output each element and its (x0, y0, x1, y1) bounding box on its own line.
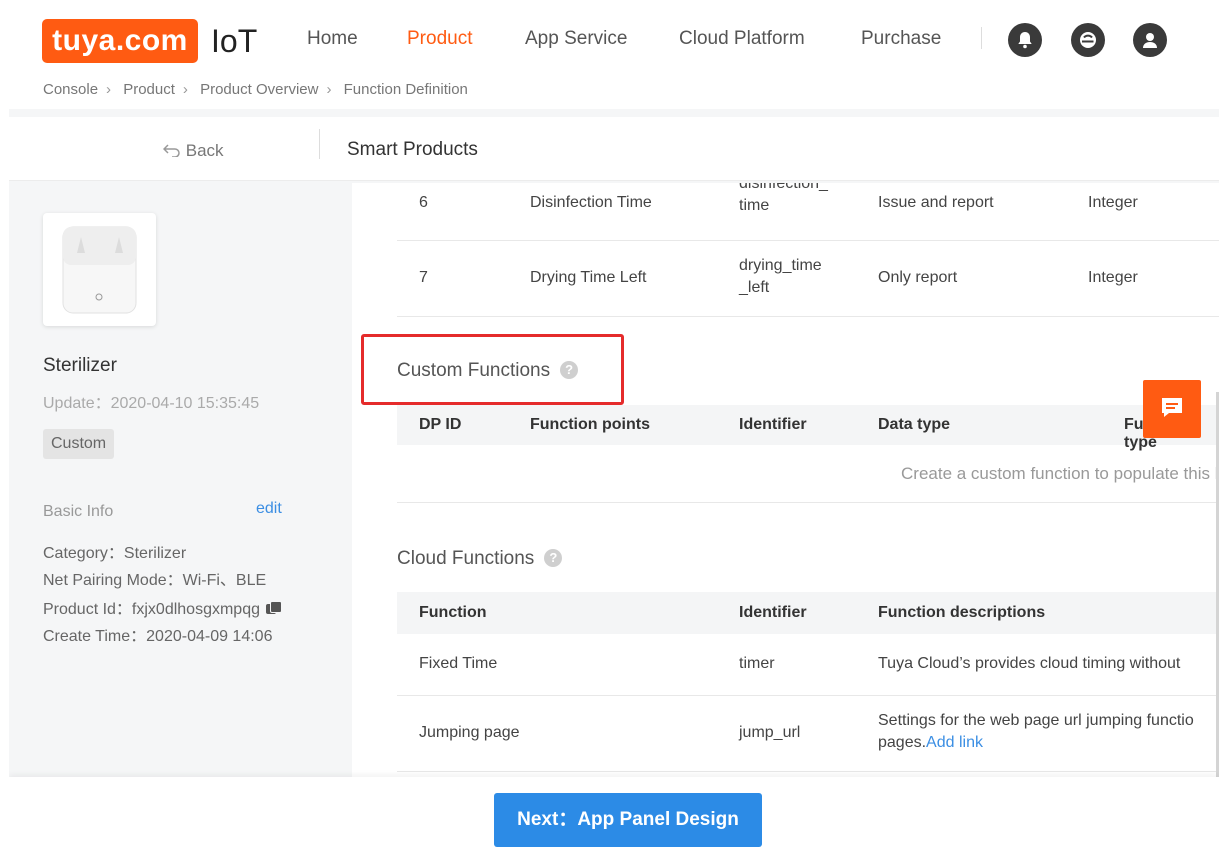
add-link[interactable]: Add link (926, 734, 983, 751)
app-frame: tuya.com IoT Home Product App Service Cl… (9, 9, 1219, 853)
transfer-type-cell: Only report (878, 269, 958, 286)
cloud-functions-header: Function Identifier Function description… (397, 592, 1219, 634)
edit-link[interactable]: edit (256, 500, 282, 518)
back-arrow-icon (162, 141, 186, 160)
custom-functions-empty-row: Create a custom function to populate thi… (397, 445, 1219, 503)
user-icon[interactable] (1133, 23, 1167, 57)
cloud-functions-title: Cloud Functions? (397, 548, 563, 570)
breadcrumb-product-overview[interactable]: Product Overview (200, 81, 318, 98)
chevron-right-icon: › (182, 81, 188, 98)
brand-suffix: IoT (211, 23, 258, 59)
chevron-right-icon: › (106, 81, 112, 98)
data-type-cell: Integer (1088, 269, 1138, 286)
top-nav: tuya.com IoT Home Product App Service Cl… (9, 9, 1219, 109)
header-divider (319, 129, 320, 159)
sterilizer-image (62, 226, 137, 314)
product-name: Sterilizer (43, 355, 117, 376)
description-cell: Tuya Cloud’s provides cloud timing witho… (878, 655, 1181, 672)
data-type-cell: Integer (1088, 194, 1138, 211)
identifier-cell: timer (739, 655, 775, 672)
function-cell: Fixed Time (419, 655, 498, 672)
back-label: Back (185, 141, 224, 160)
function-name-cell: Disinfection Time (530, 194, 652, 211)
table-row: 6 Disinfection Time disinfection_ time Is… (397, 183, 1219, 241)
next-step-button[interactable]: Next：App Panel Design (494, 793, 762, 847)
page-title: Smart Products (347, 139, 478, 160)
transfer-type-cell: Issue and report (878, 194, 994, 211)
nav-purchase[interactable]: Purchase (861, 28, 941, 50)
help-icon[interactable]: ? (544, 549, 563, 567)
back-button[interactable]: Back (162, 141, 224, 161)
tuya-logo[interactable]: tuya.com (42, 19, 198, 63)
product-id-info: Product Id：fxjx0dlhosgxmpqg (43, 595, 283, 619)
breadcrumb: Console › Product › Product Overview › Func… (43, 81, 476, 98)
table-row: Fixed Time timer Tuya Cloud’s provides c… (397, 634, 1219, 696)
chevron-right-icon: › (326, 81, 332, 98)
function-cell: Jumping page (419, 724, 520, 741)
highlight-annotation (361, 334, 624, 405)
chat-button[interactable] (1143, 380, 1201, 438)
nav-cloud-platform[interactable]: Cloud Platform (679, 28, 805, 50)
create-time-info: Create Time：2020-04-09 14:06 (43, 628, 273, 645)
identifier-cell: drying_time _left (739, 257, 822, 296)
net-pairing-info: Net Pairing Mode：Wi-Fi、BLE (43, 572, 267, 589)
breadcrumb-console[interactable]: Console (43, 81, 98, 98)
column-header: Function points (530, 416, 650, 433)
update-time: Update：2020-04-10 15:35:45 (43, 395, 260, 412)
product-image (43, 213, 156, 326)
footer-bar: Next：App Panel Design (9, 777, 1219, 853)
identifier-cell: disinfection_ time (739, 183, 828, 214)
chat-icon (1162, 398, 1182, 417)
description-cell: Settings for the web page url jumping fu… (878, 712, 1194, 751)
empty-message: Create a custom function to populate thi… (901, 464, 1219, 483)
product-type-badge: Custom (43, 429, 115, 459)
column-header: Function descriptions (878, 604, 1046, 621)
product-sidebar: Sterilizer Update：2020-04-10 15:35:45 Cu… (9, 183, 319, 783)
dp-id-cell: 6 (419, 194, 428, 211)
breadcrumb-function-definition: Function Definition (343, 81, 468, 98)
nav-divider (981, 27, 982, 49)
custom-functions-header: DP ID Function points Identifier Data ty… (397, 405, 1219, 451)
nav-product[interactable]: Product (407, 28, 472, 50)
nav-home[interactable]: Home (307, 28, 358, 50)
basic-info-label: Basic Info (43, 503, 114, 520)
column-header: Function (419, 604, 487, 621)
scrollbar[interactable] (1216, 392, 1219, 782)
column-header: DP ID (419, 416, 462, 433)
function-name-cell: Drying Time Left (530, 269, 647, 286)
column-header: Data type (878, 416, 951, 433)
product-id-text: Product Id：fxjx0dlhosgxmpqg (43, 601, 261, 618)
table-row: 7 Drying Time Left drying_time _left Only… (397, 241, 1219, 317)
category-info: Category：Sterilizer (43, 545, 187, 562)
function-definition-panel: 6 Disinfection Time disinfection_ time Is… (352, 183, 1219, 783)
nav-app-service[interactable]: App Service (525, 28, 627, 50)
copy-icon[interactable] (266, 601, 283, 615)
bell-icon[interactable] (1008, 23, 1042, 57)
identifier-cell: jump_url (739, 724, 801, 741)
page-header: Back Smart Products (9, 117, 1219, 181)
table-row: Jumping page jump_url Settings for the w… (397, 696, 1219, 772)
dp-id-cell: 7 (419, 269, 428, 286)
browser-icon[interactable] (1071, 23, 1105, 57)
breadcrumb-product[interactable]: Product (123, 81, 175, 98)
column-header: Identifier (739, 416, 807, 433)
column-header: Identifier (739, 604, 807, 621)
